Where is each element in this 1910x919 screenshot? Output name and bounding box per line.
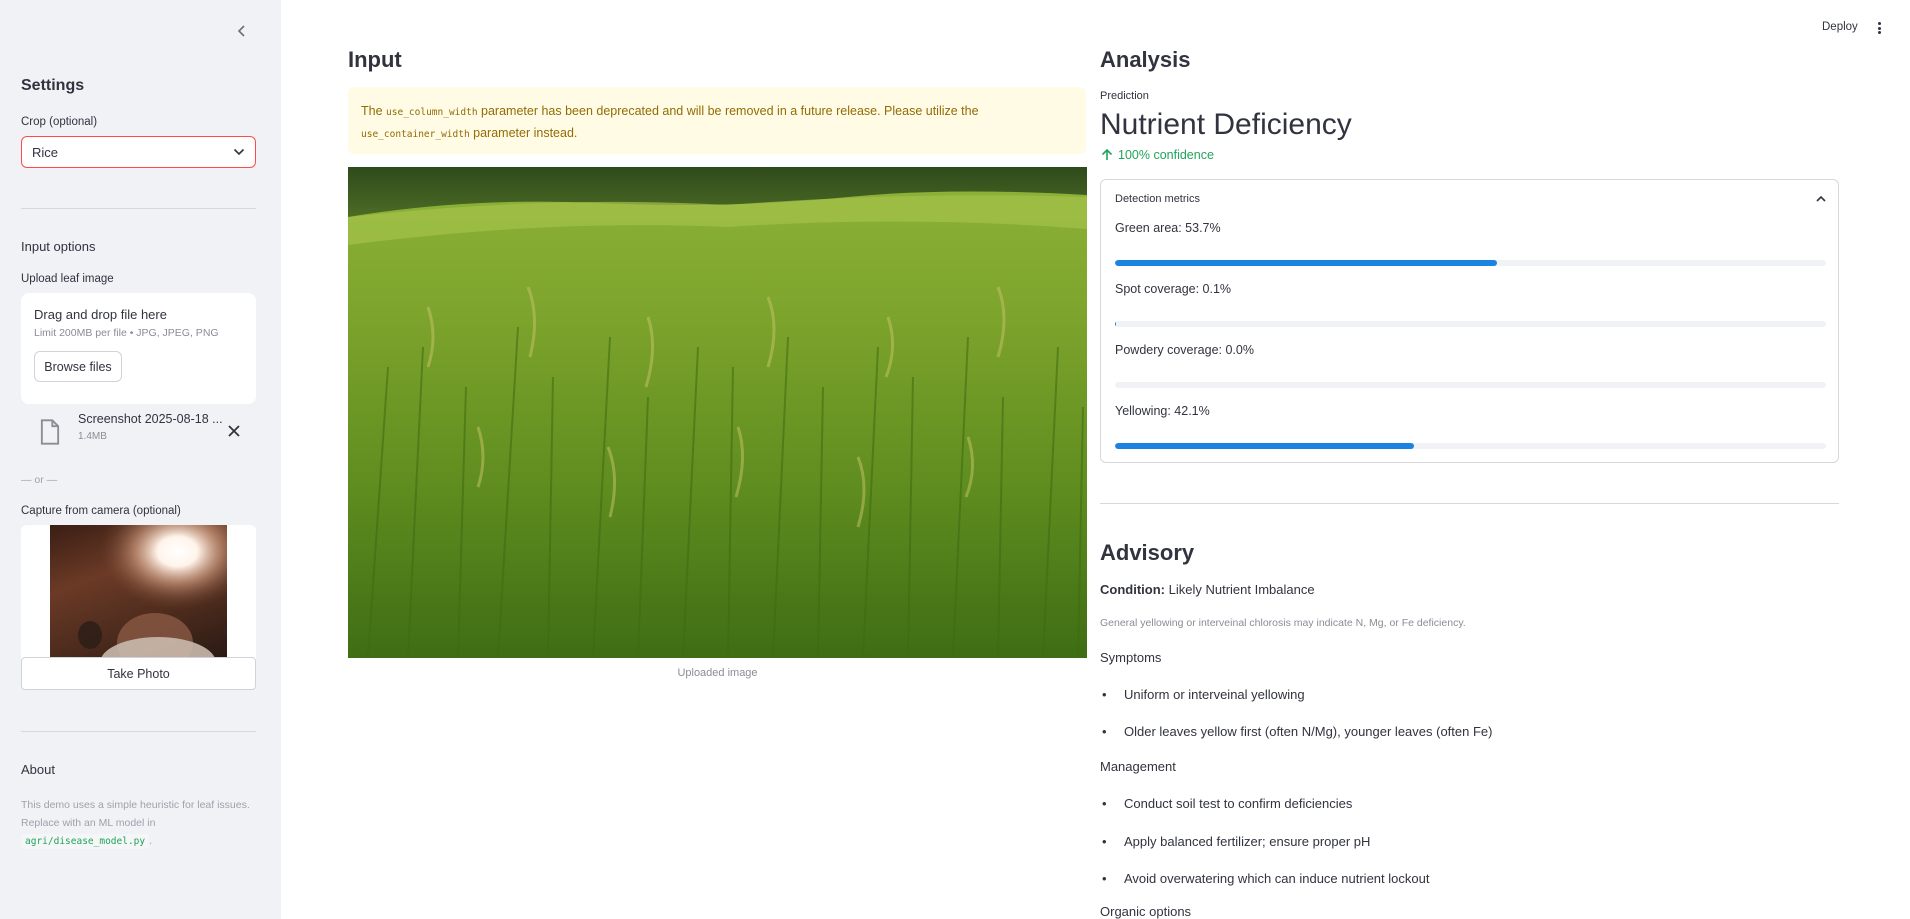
symptom-text: Uniform or interveinal yellowing [1124,687,1305,702]
progress-powdery-coverage [1115,382,1826,388]
detection-metrics-title[interactable]: Detection metrics [1115,193,1200,205]
detection-metrics-expander: Detection metrics Green area: 53.7% Spot… [1100,179,1839,463]
advisory-heading: Advisory [1100,540,1195,565]
warning-code-2: use_container_width [361,129,470,140]
list-item: • Older leaves yellow first (often N/Mg),… [1102,724,1493,739]
sidebar-divider [21,731,256,732]
prediction-label: Prediction [1100,90,1149,102]
management-text: Conduct soil test to confirm deficiencie… [1124,796,1353,811]
or-separator: — or — [21,474,58,486]
settings-title: Settings [21,77,85,94]
arrow-up-icon [1101,148,1113,160]
progress-green-area [1115,260,1826,266]
advisory-note: General yellowing or interveinal chloros… [1100,617,1466,629]
file-name: Screenshot 2025-08-18 ... [78,412,223,426]
file-size: 1.4MB [78,431,107,442]
warning-code-1: use_column_width [386,107,478,118]
metric-label-spot-coverage: Spot coverage: 0.1% [1115,282,1232,296]
input-heading: Input [348,47,402,72]
file-icon [40,419,60,445]
about-title: About [21,762,55,777]
camera-input: Take Photo [21,525,256,690]
metric-label-green-area: Green area: 53.7% [1115,221,1221,235]
input-options-title: Input options [21,239,96,254]
warning-text-post: parameter instead. [473,126,578,140]
metric-label-yellowing: Yellowing: 42.1% [1115,404,1210,418]
upload-label: Upload leaf image [21,273,114,285]
advisory-condition: Condition: Likely Nutrient Imbalance [1100,582,1315,597]
confidence-delta: 100% confidence [1100,148,1214,162]
camera-label: Capture from camera (optional) [21,505,181,517]
symptom-text: Older leaves yellow first (often N/Mg), … [1124,724,1493,739]
take-photo-button[interactable]: Take Photo [21,657,256,690]
crop-select[interactable]: Rice [21,136,256,168]
chevron-down-icon [233,148,245,156]
management-text: Avoid overwatering which can induce nutr… [1124,871,1430,886]
uploaded-file-item: Screenshot 2025-08-18 ... 1.4MB [38,412,256,452]
chevron-left-icon [237,25,245,37]
metric-label-powdery-coverage: Powdery coverage: 0.0% [1115,343,1254,357]
warning-text-mid: parameter has been deprecated and will b… [481,104,979,118]
collapse-sidebar-button[interactable] [231,20,253,42]
main-menu-icon[interactable] [1874,20,1884,36]
dropzone-limit: Limit 200MB per file • JPG, JPEG, PNG [34,327,219,339]
management-text: Apply balanced fertilizer; ensure proper… [1124,834,1371,849]
dropzone-title: Drag and drop file here [34,307,167,322]
progress-fill [1115,321,1116,327]
management-heading: Management [1100,759,1176,774]
list-item: • Apply balanced fertilizer; ensure prope… [1102,834,1371,849]
list-item: • Conduct soil test to confirm deficienci… [1102,796,1353,811]
about-description: This demo uses a simple heuristic for le… [21,799,250,829]
uploaded-rice-image [348,167,1087,658]
progress-fill [1115,443,1415,449]
analysis-heading: Analysis [1100,47,1191,72]
deploy-button[interactable]: Deploy [1822,21,1858,33]
crop-label: Crop (optional) [21,116,98,128]
condition-value: Likely Nutrient Imbalance [1168,582,1315,597]
analysis-divider [1100,503,1839,504]
close-icon[interactable] [227,424,241,438]
about-code-path: agri/disease_model.py [21,834,150,849]
deprecation-warning: The use_column_width parameter has been … [348,87,1086,154]
crop-select-value: Rice [32,144,59,160]
organic-options-heading: Organic options [1100,904,1192,919]
warning-text-pre: The [361,104,383,118]
progress-yellowing [1115,443,1826,449]
progress-spot-coverage [1115,321,1826,327]
symptoms-heading: Symptoms [1100,650,1162,665]
file-dropzone[interactable]: Drag and drop file here Limit 200MB per … [21,293,256,404]
camera-preview [50,525,227,657]
condition-label: Condition: [1100,582,1165,597]
prediction-value: Nutrient Deficiency [1100,108,1352,141]
confidence-text: 100% confidence [1118,148,1214,162]
image-caption: Uploaded image [677,667,758,679]
browse-files-button[interactable]: Browse files [34,351,122,382]
sidebar-divider [21,208,256,209]
chevron-up-icon[interactable] [1814,192,1828,206]
sidebar: Settings Crop (optional) Rice Input opti… [0,0,281,919]
progress-fill [1115,260,1497,266]
list-item: • Uniform or interveinal yellowing [1102,687,1305,702]
about-text: This demo uses a simple heuristic for le… [21,796,261,851]
list-item: • Avoid overwatering which can induce nut… [1102,871,1430,886]
about-period: . [149,835,153,847]
